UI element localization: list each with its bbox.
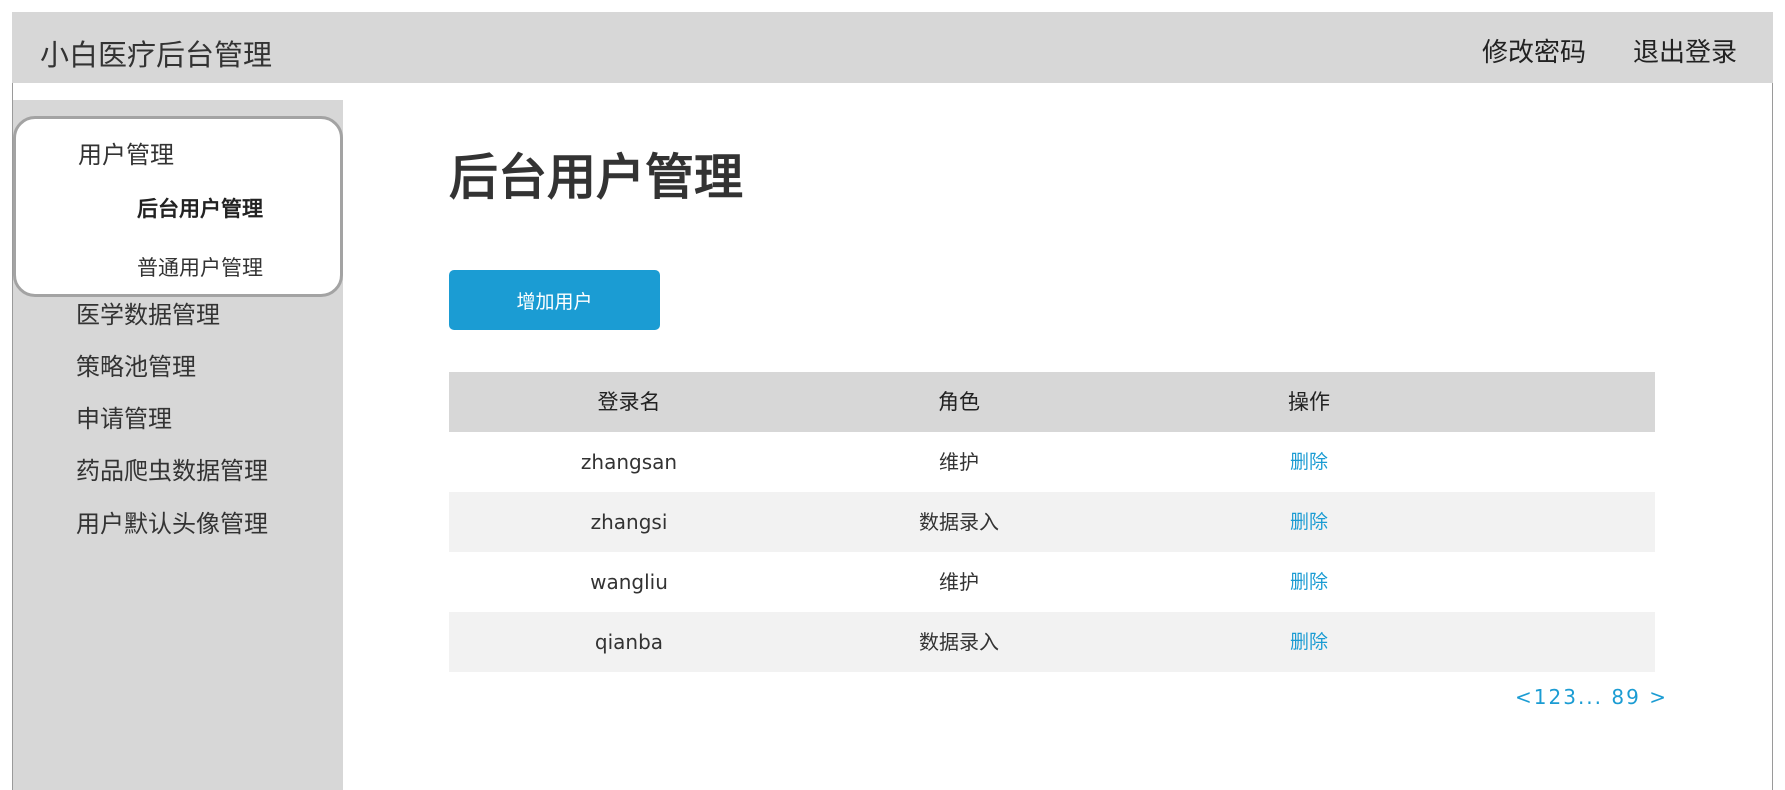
column-header-login: 登录名: [597, 390, 661, 414]
table-row: wangliu 维护 删除: [449, 552, 1655, 612]
sidebar-item-drug-crawler-data[interactable]: 药品爬虫数据管理: [76, 451, 268, 486]
delete-link[interactable]: 删除: [1199, 552, 1419, 612]
login-cell: qianba: [594, 630, 664, 654]
login-cell: zhangsi: [590, 510, 668, 534]
users-table: 登录名 角色 操作 zhangsan 维护 删除 zhangsi 数据录入 删除…: [449, 372, 1655, 672]
pagination-next[interactable]: >: [1649, 685, 1668, 709]
main-content: 后台用户管理 增加用户 登录名 角色 操作 zhangsan 维护 删除 zha…: [343, 100, 1773, 790]
table-row: zhangsi 数据录入 删除: [449, 492, 1655, 552]
logout-link[interactable]: 退出登录: [1633, 32, 1737, 69]
sidebar-item-normal-users[interactable]: 普通用户管理: [137, 252, 263, 282]
column-header-role: 角色: [938, 390, 980, 414]
login-cell: wangliu: [590, 570, 668, 594]
sidebar: 用户管理 后台用户管理 普通用户管理 医学数据管理 策略池管理 申请管理 药品爬…: [13, 100, 343, 790]
delete-link[interactable]: 删除: [1199, 432, 1419, 492]
sidebar-group-title[interactable]: 用户管理: [78, 135, 174, 170]
delete-link[interactable]: 删除: [1199, 612, 1419, 672]
sidebar-item-strategy-pool[interactable]: 策略池管理: [76, 347, 196, 382]
app-title: 小白医疗后台管理: [40, 38, 273, 72]
delete-link[interactable]: 删除: [1199, 492, 1419, 552]
pagination-prev[interactable]: <: [1515, 685, 1534, 709]
role-cell: 维护: [939, 570, 979, 594]
table-header-row: 登录名 角色 操作: [449, 372, 1655, 432]
sidebar-item-default-avatar[interactable]: 用户默认头像管理: [76, 504, 268, 539]
change-password-link[interactable]: 修改密码: [1482, 32, 1586, 69]
add-user-button[interactable]: 增加用户: [449, 270, 660, 330]
pagination-pages[interactable]: 123: [1534, 685, 1578, 709]
role-cell: 数据录入: [919, 510, 999, 534]
page-title: 后台用户管理: [449, 149, 744, 206]
role-cell: 数据录入: [919, 630, 999, 654]
role-cell: 维护: [939, 450, 979, 474]
top-bar: 小白医疗后台管理 修改密码 退出登录: [12, 12, 1773, 83]
table-row: qianba 数据录入 删除: [449, 612, 1655, 672]
sidebar-item-applications[interactable]: 申请管理: [76, 399, 172, 434]
sidebar-item-medical-data[interactable]: 医学数据管理: [76, 295, 220, 330]
sidebar-item-admin-users[interactable]: 后台用户管理: [137, 193, 263, 223]
sidebar-group-user-management: 用户管理 后台用户管理 普通用户管理: [13, 116, 343, 297]
pagination-tail[interactable]: 89: [1611, 685, 1640, 709]
table-row: zhangsan 维护 删除: [449, 432, 1655, 492]
column-header-action: 操作: [1288, 390, 1330, 414]
pagination: <123... 89 >: [1515, 685, 1668, 709]
pagination-ellipsis: ...: [1577, 685, 1604, 709]
login-cell: zhangsan: [580, 450, 678, 474]
